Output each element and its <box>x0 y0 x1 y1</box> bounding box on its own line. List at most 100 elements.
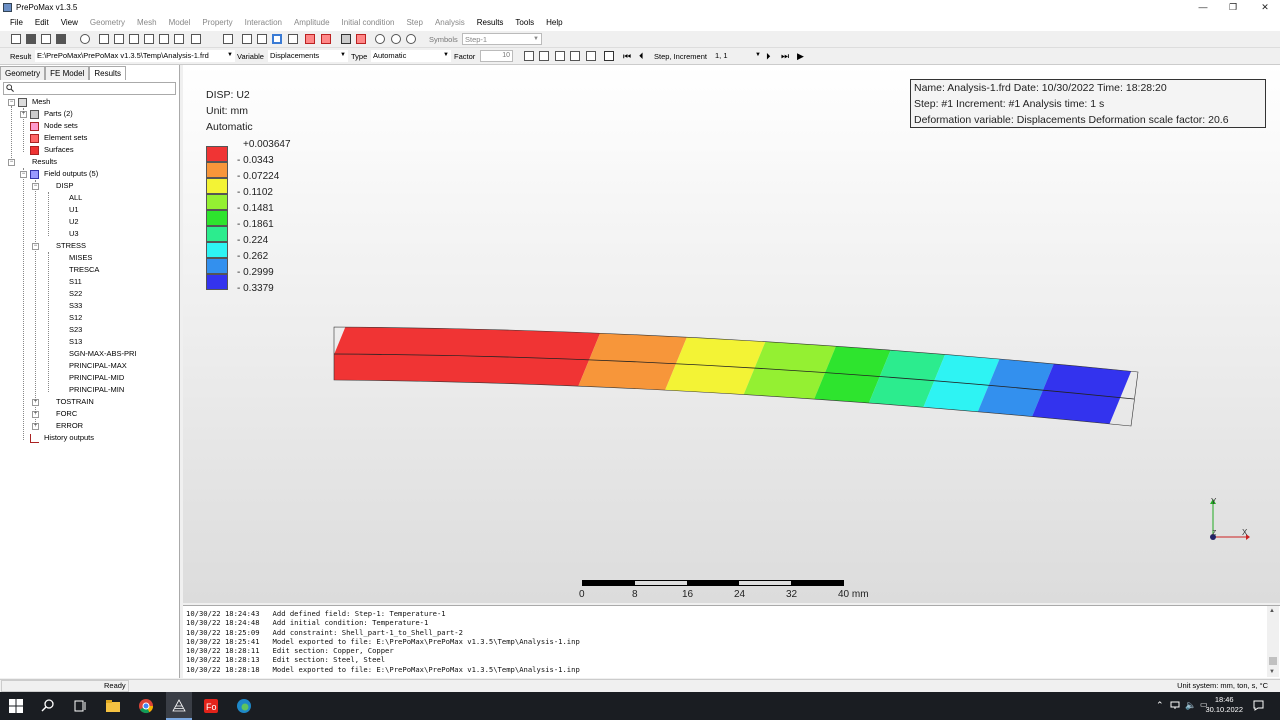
mesh-overlay-icon[interactable] <box>570 51 580 61</box>
view-left-icon[interactable] <box>159 34 169 44</box>
task-view-icon[interactable] <box>72 698 88 714</box>
parts-expander[interactable]: + <box>20 111 27 118</box>
tree-disp-u3[interactable]: U3 <box>69 229 79 239</box>
edge-icon[interactable] <box>236 698 252 714</box>
next-increment-icon[interactable]: ⏵ <box>766 52 771 61</box>
chrome-icon[interactable] <box>138 698 154 714</box>
previous-increment-icon[interactable]: ⏴ <box>639 52 644 61</box>
menu-mesh[interactable]: Mesh <box>131 15 163 31</box>
menu-property[interactable]: Property <box>196 15 238 31</box>
foxit-reader-icon[interactable]: Fo <box>203 698 219 714</box>
animate-icon[interactable] <box>604 51 614 61</box>
tree-history-outputs[interactable]: History outputs <box>44 433 94 443</box>
last-increment-icon[interactable]: ⏭ <box>781 52 789 61</box>
factor-input[interactable]: 10 <box>480 50 513 62</box>
results-table-icon[interactable] <box>586 51 596 61</box>
view-iso-icon[interactable] <box>191 34 201 44</box>
file-explorer-icon[interactable] <box>105 698 121 714</box>
tree-stress-sgn-max-abs-pri[interactable]: SGN-MAX-ABS-PRI <box>69 349 137 359</box>
deformed-icon[interactable] <box>555 51 565 61</box>
cube-icon[interactable] <box>223 34 233 44</box>
play-icon[interactable]: ▶ <box>797 52 804 61</box>
log-scrollbar[interactable]: ▲ ▼ <box>1267 606 1279 677</box>
type-combo[interactable]: Automatic ▼ <box>371 50 451 62</box>
view-bottom-icon[interactable] <box>144 34 154 44</box>
tree-stress[interactable]: STRESS <box>56 241 86 251</box>
disp-expander[interactable]: − <box>32 183 39 190</box>
show-icon[interactable] <box>375 34 385 44</box>
open-file-icon[interactable] <box>26 34 36 44</box>
close-button[interactable]: ✕ <box>1250 0 1280 15</box>
tree-stress-s33[interactable]: S33 <box>69 301 82 311</box>
hide-icon[interactable] <box>391 34 401 44</box>
tree-stress-tresca[interactable]: TRESCA <box>69 265 99 275</box>
menu-help[interactable]: Help <box>540 15 568 31</box>
network-icon[interactable] <box>1170 700 1180 710</box>
tree-tostrain[interactable]: TOSTRAIN <box>56 397 94 407</box>
volume-icon[interactable]: 🔈 <box>1185 700 1196 711</box>
error-expander[interactable]: + <box>32 423 39 430</box>
tree-error[interactable]: ERROR <box>56 421 83 431</box>
step-increment-combo[interactable]: 1, 1 ▼ <box>713 50 763 62</box>
menu-model[interactable]: Model <box>163 15 197 31</box>
tree-mesh[interactable]: Mesh <box>32 97 50 107</box>
tree-stress-s22[interactable]: S22 <box>69 289 82 299</box>
menu-analysis[interactable]: Analysis <box>429 15 471 31</box>
tostrain-expander[interactable]: + <box>32 399 39 406</box>
menu-initial-condition[interactable]: Initial condition <box>336 15 401 31</box>
tree-parts[interactable]: Parts (2) <box>44 109 73 119</box>
mesh-expander[interactable]: − <box>8 99 15 106</box>
tab-results[interactable]: Results <box>89 66 127 80</box>
stress-expander[interactable]: − <box>32 243 39 250</box>
mesh-edges-icon[interactable] <box>257 34 267 44</box>
section-icon[interactable] <box>288 34 298 44</box>
import-icon[interactable] <box>41 34 51 44</box>
transform-icon[interactable] <box>305 34 315 44</box>
tree-disp-all[interactable]: ALL <box>69 193 82 203</box>
wireframe-icon[interactable] <box>242 34 252 44</box>
field-outputs-expander[interactable]: − <box>20 171 27 178</box>
undeformed-icon[interactable] <box>539 51 549 61</box>
tree-stress-mises[interactable]: MISES <box>69 253 92 263</box>
prepomax-taskbar-icon[interactable] <box>171 698 187 714</box>
tree-element-sets[interactable]: Element sets <box>44 133 87 143</box>
view-top-icon[interactable] <box>129 34 139 44</box>
tree-field-outputs[interactable]: Field outputs (5) <box>44 169 98 179</box>
search-taskbar-icon[interactable] <box>40 698 56 714</box>
tree-forc[interactable]: FORC <box>56 409 77 419</box>
tree-disp-u2[interactable]: U2 <box>69 217 79 227</box>
minimize-button[interactable]: — <box>1188 0 1218 15</box>
tree-stress-principal-max[interactable]: PRINCIPAL-MAX <box>69 361 127 371</box>
tree-surfaces[interactable]: Surfaces <box>44 145 74 155</box>
tree-disp-u1[interactable]: U1 <box>69 205 79 215</box>
menu-tools[interactable]: Tools <box>509 15 540 31</box>
menu-results[interactable]: Results <box>471 15 510 31</box>
symmetry-icon[interactable] <box>321 34 331 44</box>
menu-step[interactable]: Step <box>400 15 428 31</box>
tree-stress-principal-mid[interactable]: PRINCIPAL-MID <box>69 373 124 383</box>
save-icon[interactable] <box>56 34 66 44</box>
view-back-icon[interactable] <box>114 34 124 44</box>
forc-expander[interactable]: + <box>32 411 39 418</box>
menu-view[interactable]: View <box>55 15 84 31</box>
menu-interaction[interactable]: Interaction <box>239 15 288 31</box>
tree-search-input[interactable] <box>3 82 176 95</box>
menu-geometry[interactable]: Geometry <box>84 15 131 31</box>
clear-selection-icon[interactable] <box>356 34 366 44</box>
view-front-icon[interactable] <box>99 34 109 44</box>
maximize-button[interactable]: ❐ <box>1218 0 1248 15</box>
tree-stress-s23[interactable]: S23 <box>69 325 82 335</box>
zoom-icon[interactable] <box>80 34 90 44</box>
menu-file[interactable]: File <box>4 15 29 31</box>
tree-node-sets[interactable]: Node sets <box>44 121 78 131</box>
tree-results[interactable]: Results <box>32 157 57 167</box>
result-combo[interactable]: E:\PrePoMax\PrePoMax v1.3.5\Temp\Analysi… <box>35 50 235 62</box>
shaded-icon[interactable] <box>272 34 282 44</box>
step-combo[interactable]: Step-1 ▼ <box>462 33 542 45</box>
menu-edit[interactable]: Edit <box>29 15 55 31</box>
show-only-icon[interactable] <box>406 34 416 44</box>
view-right-icon[interactable] <box>174 34 184 44</box>
taskbar-clock[interactable]: 18:46 30.10.2022 <box>1205 695 1243 715</box>
tray-chevron-icon[interactable]: ⌃ <box>1156 700 1164 711</box>
windows-start-icon[interactable] <box>8 698 24 714</box>
